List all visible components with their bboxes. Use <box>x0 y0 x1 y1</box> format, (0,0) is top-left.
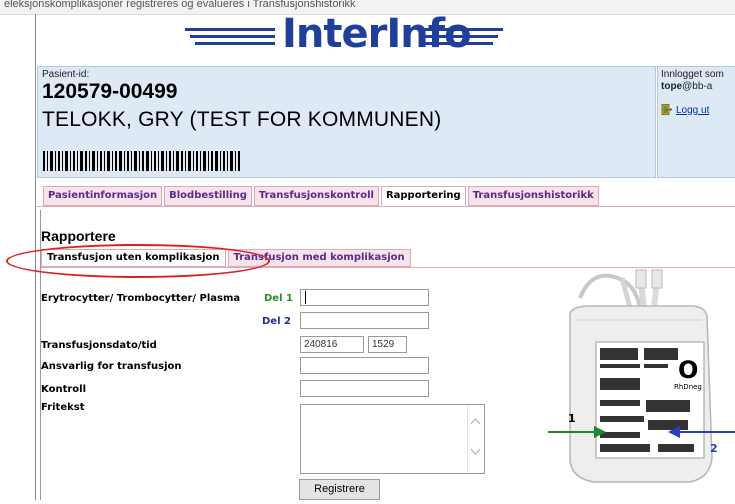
control-label: Kontroll <box>41 384 86 395</box>
marker-1-label: 1 <box>568 412 576 425</box>
blood-bag-illustration: O RhDneg 1 2 <box>548 269 735 483</box>
logo-stripe <box>423 35 498 38</box>
rhd-text: RhDneg <box>674 383 702 391</box>
main-tabs: Pasientinformasjon Blodbestilling Transf… <box>43 186 601 206</box>
time-input[interactable] <box>368 336 407 353</box>
tab-pasientinformasjon[interactable]: Pasientinformasjon <box>43 186 163 206</box>
register-button[interactable]: Registrere <box>299 479 380 500</box>
free-text-scrollbar[interactable] <box>467 405 483 471</box>
login-panel: Innlogget som tope@bb-a Logg ut <box>657 66 735 178</box>
tab-blodbestilling[interactable]: Blodbestilling <box>164 186 252 206</box>
app-logo: InterInfo <box>185 10 515 62</box>
date-input[interactable] <box>300 336 364 353</box>
patient-id-label: Pasient-id: <box>42 69 90 80</box>
del1-label: Del 1 <box>264 293 293 304</box>
text-cursor <box>305 291 306 304</box>
logo-text: InterInfo <box>282 11 472 57</box>
user-domain: @bb-a <box>682 81 713 92</box>
free-text-area[interactable] <box>300 404 485 474</box>
logged-in-label: Innlogget som <box>661 69 724 80</box>
tab-rapportering[interactable]: Rapportering <box>380 186 466 206</box>
logged-in-user: tope@bb-a <box>661 81 712 92</box>
logo-stripe <box>423 28 503 31</box>
del2-input[interactable] <box>300 312 429 329</box>
blood-group-text: O <box>678 356 698 384</box>
tab-transfusjonskontroll[interactable]: Transfusjonskontroll <box>253 186 379 206</box>
patient-id: 120579-00499 <box>42 80 178 103</box>
free-text-label: Fritekst <box>41 402 85 413</box>
patient-barcode <box>43 151 240 171</box>
responsible-input[interactable] <box>300 357 429 374</box>
logout-link[interactable]: Logg ut <box>676 105 709 116</box>
product-label: Erytrocytter/ Trombocytter/ Plasma <box>41 293 241 304</box>
responsible-label: Ansvarlig for transfusjon <box>41 361 182 372</box>
tab-transfusjonshistorikk[interactable]: Transfusjonshistorikk <box>467 186 599 206</box>
section-title: Rapportere <box>41 228 116 244</box>
control-input[interactable] <box>300 380 429 397</box>
tabs-underline <box>37 206 735 207</box>
highlight-ellipse <box>6 244 270 278</box>
del2-label: Del 2 <box>262 316 291 327</box>
patient-name: TELOKK, GRY (TEST FOR KOMMUNEN) <box>42 108 442 131</box>
logo-stripe <box>195 42 275 45</box>
logo-stripe <box>423 42 493 45</box>
logout-door-icon <box>661 104 672 115</box>
del1-input[interactable] <box>300 289 429 306</box>
patient-panel: Pasient-id: 120579-00499 TELOKK, GRY (TE… <box>37 66 656 178</box>
logo-stripe <box>185 28 275 31</box>
logout-link-row[interactable]: Logg ut <box>661 104 709 116</box>
date-time-label: Transfusjonsdato/tid <box>41 340 157 351</box>
top-strip-text: eleksjonskomplikasjoner registreres og e… <box>4 0 356 10</box>
blood-bag-image: O RhDneg 1 2 <box>540 268 735 500</box>
scroll-up-icon[interactable] <box>470 417 481 425</box>
logo-stripe <box>190 35 275 38</box>
user-name: tope <box>661 81 683 92</box>
scroll-down-icon[interactable] <box>470 448 481 456</box>
marker-2-label: 2 <box>710 442 718 455</box>
